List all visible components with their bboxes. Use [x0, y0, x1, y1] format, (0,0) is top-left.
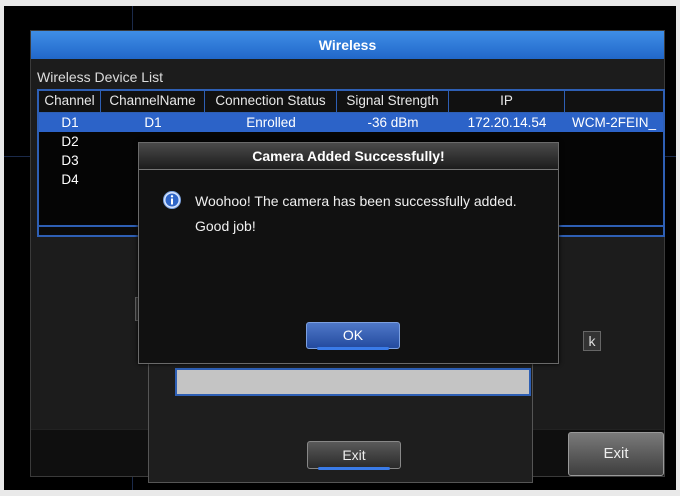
cell-channel-name: D1	[144, 115, 162, 130]
col-header-model[interactable]	[565, 91, 663, 112]
background-dialog: Exit	[148, 355, 533, 483]
ok-button[interactable]: OK	[306, 322, 400, 350]
col-header-ip[interactable]: IP	[449, 91, 565, 112]
info-icon	[163, 191, 181, 209]
table-row[interactable]: D1 D1 Enrolled -36 dBm 172.20.14.54 WCM-…	[39, 113, 663, 132]
cell-signal: -36 dBm	[367, 115, 419, 130]
col-header-channel-name[interactable]: ChannelName	[101, 91, 205, 112]
cell-model: WCM-2FEIN_	[572, 115, 656, 130]
cell-status: Enrolled	[246, 115, 296, 130]
device-list-label: Wireless Device List	[37, 69, 164, 85]
cell-channel: D1	[61, 115, 79, 130]
text-field[interactable]	[175, 368, 531, 396]
window-title: Wireless	[31, 31, 664, 59]
obscured-button[interactable]: k	[583, 331, 601, 351]
cell-channel: D3	[61, 153, 79, 168]
dialog-exit-button[interactable]: Exit	[307, 441, 401, 470]
col-header-signal-strength[interactable]: Signal Strength	[337, 91, 449, 112]
cell-channel: D4	[61, 172, 79, 187]
success-modal: Camera Added Successfully! Woohoo! The c…	[138, 142, 559, 364]
cell-ip: 172.20.14.54	[467, 115, 547, 130]
table-header: Channel ChannelName Connection Status Si…	[39, 91, 663, 113]
col-header-connection-status[interactable]: Connection Status	[205, 91, 337, 112]
cell-channel: D2	[61, 134, 79, 149]
col-header-channel[interactable]: Channel	[39, 91, 101, 112]
modal-message: Woohoo! The camera has been successfully…	[195, 193, 517, 234]
exit-button[interactable]: Exit	[568, 432, 664, 476]
modal-title: Camera Added Successfully!	[139, 143, 558, 170]
